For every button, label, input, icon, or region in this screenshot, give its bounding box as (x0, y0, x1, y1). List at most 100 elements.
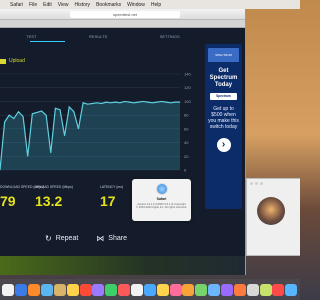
spectrum-ad[interactable]: SPECTRUM Get Spectrum Today Spectrum Get… (205, 44, 242, 209)
speed-point (18, 111, 19, 113)
zoom-icon[interactable] (260, 182, 263, 185)
dock-app-icon[interactable] (246, 283, 259, 296)
speed-point (138, 101, 139, 103)
speed-point (151, 102, 153, 104)
dialog-text: Version 13.1.2 (15609.3.5.1.3) Copyright… (136, 203, 187, 210)
speed-point (54, 107, 56, 109)
speed-point (119, 102, 121, 104)
y-tick-label: 60 (184, 126, 189, 131)
safari-icon (155, 183, 168, 195)
speed-point (45, 114, 47, 116)
menu-history[interactable]: History (75, 2, 91, 8)
active-tab-underline (30, 41, 65, 42)
speed-point (105, 101, 107, 103)
speed-point (142, 101, 144, 102)
ad-top-banner: SPECTRUM (208, 48, 239, 62)
speed-point (124, 101, 126, 102)
menu-view[interactable]: View (58, 2, 69, 8)
minimize-icon[interactable] (255, 182, 258, 185)
close-icon[interactable] (250, 182, 253, 185)
share-button[interactable]: ⋈ Share (96, 234, 127, 243)
tab-results[interactable]: RESULTS (89, 34, 107, 39)
repeat-icon: ↻ (45, 234, 52, 243)
dock-app-icon[interactable] (182, 283, 195, 296)
speed-point (36, 112, 38, 113)
speed-point (68, 106, 70, 108)
chevron-right-icon[interactable]: › (216, 138, 231, 152)
y-tick-label: 140 (184, 72, 191, 77)
dock-app-icon[interactable] (208, 283, 221, 296)
menu-file[interactable]: File (29, 2, 37, 8)
speed-point (73, 111, 75, 113)
y-tick-label: 80 (184, 113, 189, 118)
speed-point (22, 116, 24, 117)
about-window (246, 178, 300, 256)
menu-safari[interactable]: Safari (10, 2, 23, 8)
dock-app-icon[interactable] (2, 283, 15, 296)
speed-point (114, 101, 116, 103)
ad-headline: Get Spectrum Today (209, 68, 238, 88)
speed-point (41, 110, 42, 112)
dock-app-icon[interactable] (233, 283, 246, 296)
speed-point (64, 135, 66, 137)
menu-help[interactable]: Help (151, 2, 161, 8)
speed-point (82, 102, 84, 104)
footer-banner (0, 256, 245, 275)
speed-point (128, 101, 130, 103)
speed-point (170, 102, 172, 104)
speed-point (133, 102, 135, 104)
tab-settings[interactable]: SETTINGS (160, 34, 180, 39)
dock-app-icon[interactable] (131, 283, 144, 296)
dock-app-icon[interactable] (28, 283, 41, 296)
dock-app-icon[interactable] (221, 283, 234, 296)
latency-label: LATENCY (ms) (100, 185, 124, 189)
speed-point (156, 101, 158, 103)
dock-app-icon[interactable] (66, 283, 79, 296)
speed-point (8, 114, 10, 116)
speed-point (101, 103, 102, 104)
menu-edit[interactable]: Edit (43, 2, 52, 8)
dock-app-icon[interactable] (53, 283, 66, 296)
dock-app-icon[interactable] (169, 283, 182, 296)
dock-app-icon[interactable] (92, 283, 105, 296)
speed-area (0, 101, 180, 170)
y-tick-label: 0 (184, 168, 187, 173)
menu-bookmarks[interactable]: Bookmarks (96, 2, 121, 8)
speed-chart-svg: 140 120 100 80 60 40 20 0 (0, 72, 191, 173)
dock-app-icon[interactable] (41, 283, 53, 296)
dock-app-icon[interactable] (118, 283, 131, 296)
dock-app-icon[interactable] (15, 283, 28, 296)
safari-window: speedtest.net TEST RESULTS SETTINGS Uplo… (0, 9, 246, 275)
tab-test[interactable]: TEST (26, 34, 36, 39)
address-bar[interactable]: speedtest.net (70, 11, 180, 18)
speed-point (50, 152, 52, 154)
dock-app-icon[interactable] (105, 283, 118, 296)
dock-app-icon[interactable] (285, 283, 298, 296)
dock-app-icon[interactable] (79, 283, 92, 296)
dialog-title: Safari (156, 197, 167, 201)
window-controls (250, 182, 263, 185)
dock-app-icon[interactable] (143, 283, 156, 296)
dock-app-icon[interactable] (156, 283, 169, 296)
dock-app-icon[interactable] (259, 283, 272, 296)
repeat-label: Repeat (55, 235, 79, 242)
speed-point (165, 101, 167, 103)
share-icon: ⋈ (96, 234, 105, 243)
dock (0, 279, 300, 300)
speed-point (179, 101, 181, 103)
speed-point (91, 103, 93, 104)
upload-value: 13.2 (35, 193, 63, 209)
y-tick-label: 20 (184, 154, 189, 159)
speed-point (87, 103, 89, 105)
share-label: Share (108, 235, 127, 242)
dock-app-icon[interactable] (272, 283, 285, 296)
dock-app-icon[interactable] (195, 283, 208, 296)
speedtest-actions: ↻ Repeat ⋈ Share (45, 234, 127, 243)
menu-window[interactable]: Window (127, 2, 145, 8)
upload-legend-label: Upload (9, 58, 25, 64)
ad-copy: Get up to $500 when you make this switch… (208, 106, 239, 130)
repeat-button[interactable]: ↻ Repeat (45, 234, 78, 243)
tab-strip (0, 20, 245, 28)
upload-legend-swatch (0, 58, 6, 64)
speed-point (31, 113, 33, 115)
